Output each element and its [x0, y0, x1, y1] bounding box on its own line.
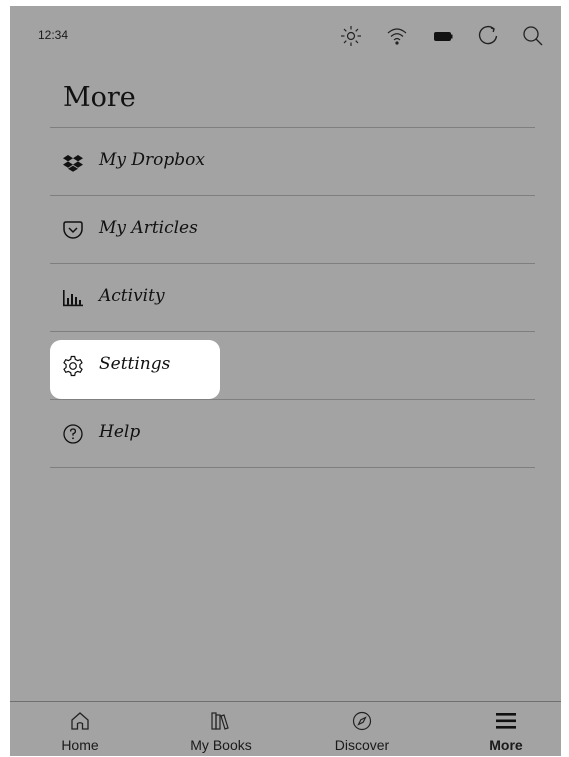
wifi-icon[interactable] [385, 24, 409, 48]
battery-icon [431, 24, 455, 48]
menu-item-activity[interactable]: Activity [50, 264, 535, 332]
sync-icon[interactable] [476, 24, 500, 48]
menu-item-label: Help [99, 422, 141, 442]
device-screen: 12:34 More My Dropbox My Articles Activi… [10, 6, 561, 756]
menu-item-label: Activity [99, 286, 165, 306]
tab-label: More [489, 737, 523, 753]
tab-more[interactable]: More [451, 702, 561, 757]
gear-icon [61, 354, 85, 378]
dropbox-icon [61, 150, 85, 174]
tab-my-books[interactable]: My Books [166, 702, 276, 757]
more-menu: My Dropbox My Articles Activity Settings… [50, 127, 535, 468]
tab-home[interactable]: Home [25, 702, 135, 757]
help-icon [61, 422, 85, 446]
tab-label: Home [61, 737, 99, 753]
menu-item-my-dropbox[interactable]: My Dropbox [50, 128, 535, 196]
status-time: 12:34 [38, 28, 69, 42]
search-icon[interactable] [521, 24, 545, 48]
menu-item-my-articles[interactable]: My Articles [50, 196, 535, 264]
activity-chart-icon [61, 286, 85, 310]
pocket-icon [61, 218, 85, 242]
home-icon [68, 710, 92, 732]
menu-item-settings[interactable]: Settings [50, 332, 535, 400]
tab-label: Discover [334, 737, 390, 753]
page-title: More [63, 82, 136, 113]
tab-label: My Books [190, 737, 252, 753]
menu-item-label: My Articles [99, 218, 198, 238]
tab-discover[interactable]: Discover [307, 702, 417, 757]
compass-icon [350, 710, 374, 732]
brightness-icon[interactable] [339, 24, 363, 48]
menu-item-label: Settings [99, 354, 171, 374]
menu-item-label: My Dropbox [99, 150, 205, 170]
menu-icon [494, 710, 518, 732]
books-icon [209, 710, 233, 732]
bottom-nav: Home My Books Discover More [10, 701, 561, 757]
menu-item-help[interactable]: Help [50, 400, 535, 468]
status-bar: 12:34 [10, 6, 561, 64]
